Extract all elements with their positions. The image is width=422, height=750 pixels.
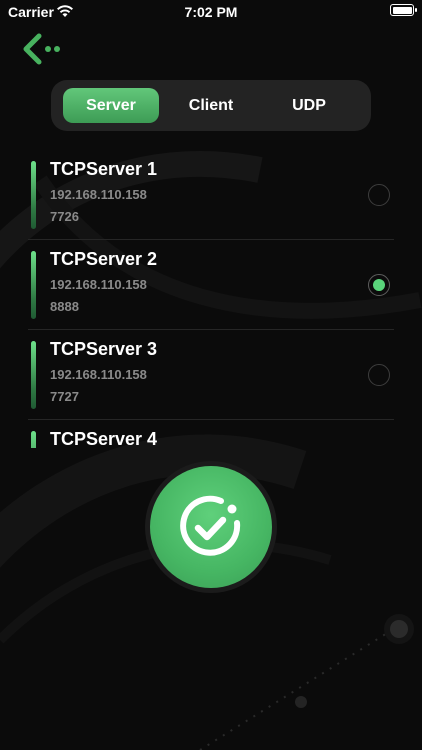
server-name: TCPServer 3 bbox=[50, 339, 158, 359]
server-list: TCPServer 1 192.168.110.158 7726 TCPServ… bbox=[28, 150, 394, 448]
tab-udp[interactable]: UDP bbox=[261, 88, 357, 123]
server-port: 7726 bbox=[50, 209, 79, 224]
server-name: TCPServer 2 bbox=[50, 249, 158, 269]
mode-tabs: Server Client UDP bbox=[51, 80, 371, 131]
status-bar: Carrier 7:02 PM bbox=[0, 0, 422, 24]
connect-button[interactable] bbox=[145, 461, 277, 593]
check-circle-icon bbox=[180, 495, 241, 556]
tab-client[interactable]: Client bbox=[163, 88, 259, 123]
select-radio[interactable] bbox=[368, 364, 390, 386]
row-accent-bar bbox=[31, 251, 36, 319]
server-row-1[interactable]: TCPServer 1 192.168.110.158 7726 bbox=[28, 150, 394, 240]
server-ip: 192.168.110.158 bbox=[50, 367, 147, 382]
battery-icon bbox=[390, 4, 417, 16]
row-accent-bar bbox=[31, 341, 36, 409]
server-row-4[interactable]: TCPServer 4 bbox=[28, 420, 394, 448]
tab-server[interactable]: Server bbox=[63, 88, 159, 123]
clock: 7:02 PM bbox=[184, 4, 238, 20]
select-radio-selected[interactable] bbox=[368, 274, 390, 296]
server-ip: 192.168.110.158 bbox=[50, 277, 147, 292]
server-port: 7727 bbox=[50, 389, 79, 404]
server-name: TCPServer 4 bbox=[50, 429, 158, 448]
server-port: 8888 bbox=[50, 299, 79, 314]
row-accent-bar bbox=[31, 161, 36, 229]
server-name: TCPServer 1 bbox=[50, 159, 158, 179]
server-row-2[interactable]: TCPServer 2 192.168.110.158 8888 bbox=[28, 240, 394, 330]
select-radio[interactable] bbox=[368, 184, 390, 206]
server-ip: 192.168.110.158 bbox=[50, 187, 147, 202]
row-accent-bar bbox=[31, 431, 36, 448]
server-row-3[interactable]: TCPServer 3 192.168.110.158 7727 bbox=[28, 330, 394, 420]
back-arrow-icon[interactable] bbox=[22, 32, 66, 68]
